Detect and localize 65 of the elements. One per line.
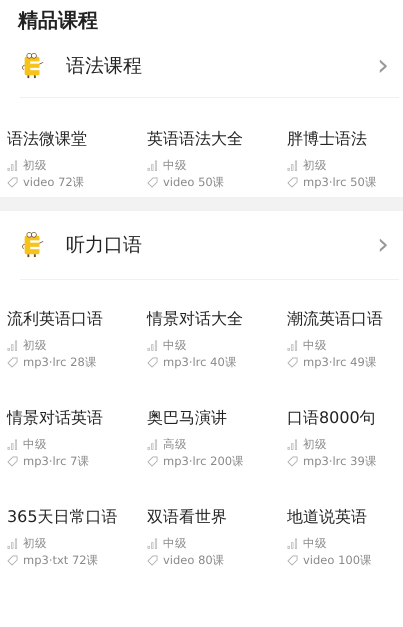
course-format: mp3·txt 72课 [23, 553, 99, 568]
course-title[interactable]: 流利英语口语 [7, 308, 147, 330]
signal-bars-icon [287, 340, 298, 351]
signal-bars-icon [7, 538, 18, 549]
course-level: 中级 [303, 536, 327, 551]
course-level: 中级 [163, 338, 187, 353]
course-format: video 72课 [23, 175, 85, 190]
tag-icon [7, 456, 18, 467]
signal-bars-icon [147, 340, 158, 351]
tag-icon [287, 357, 298, 368]
course-format: video 100课 [303, 553, 372, 568]
course-format: video 50课 [163, 175, 225, 190]
mascot-icon [20, 231, 46, 259]
course-format: mp3·lrc 7课 [23, 454, 90, 469]
course-level: 中级 [23, 437, 47, 452]
tag-icon [7, 357, 18, 368]
course-format: video 80课 [163, 553, 225, 568]
tag-icon [287, 555, 298, 566]
course-level: 初级 [303, 158, 327, 173]
course-level: 中级 [163, 536, 187, 551]
signal-bars-icon [287, 538, 298, 549]
signal-bars-icon [147, 538, 158, 549]
course-title[interactable]: 情景对话英语 [7, 407, 147, 429]
section-title: 听力口语 [66, 233, 143, 258]
tag-icon [147, 357, 158, 368]
signal-bars-icon [147, 439, 158, 450]
course-title[interactable]: 地道说英语 [287, 506, 403, 528]
signal-bars-icon [7, 160, 18, 171]
tag-icon [147, 555, 158, 566]
course-level: 初级 [23, 536, 47, 551]
course-title[interactable]: 胖博士语法 [287, 128, 403, 150]
course-level: 中级 [303, 338, 327, 353]
course-format: mp3·lrc 49课 [303, 355, 377, 370]
course-level: 初级 [23, 338, 47, 353]
signal-bars-icon [287, 160, 298, 171]
tag-icon [7, 555, 18, 566]
tag-icon [147, 456, 158, 467]
course-title[interactable]: 口语8000句 [287, 407, 403, 429]
course-title[interactable]: 双语看世界 [147, 506, 287, 528]
course-title[interactable]: 情景对话大全 [147, 308, 287, 330]
signal-bars-icon [147, 160, 158, 171]
course-format: mp3·lrc 28课 [23, 355, 97, 370]
signal-bars-icon [7, 340, 18, 351]
course-level: 中级 [163, 158, 187, 173]
mascot-icon [20, 52, 46, 80]
course-title[interactable]: 365天日常口语 [7, 506, 147, 528]
course-format: mp3·lrc 50课 [303, 175, 377, 190]
signal-bars-icon [287, 439, 298, 450]
tag-icon [287, 456, 298, 467]
tag-icon [7, 177, 18, 188]
tag-icon [147, 177, 158, 188]
course-level: 高级 [163, 437, 187, 452]
course-format: mp3·lrc 40课 [163, 355, 237, 370]
page-title: 精品课程 [16, 7, 99, 34]
course-format: mp3·lrc 200课 [163, 454, 244, 469]
tag-icon [287, 177, 298, 188]
signal-bars-icon [7, 439, 18, 450]
course-format: mp3·lrc 39课 [303, 454, 377, 469]
course-level: 初级 [23, 158, 47, 173]
course-title[interactable]: 奥巴马演讲 [147, 407, 287, 429]
course-title[interactable]: 潮流英语口语 [287, 308, 403, 330]
course-title[interactable]: 英语语法大全 [147, 128, 287, 150]
section-title: 语法课程 [66, 54, 143, 79]
course-title[interactable]: 语法微课堂 [7, 128, 147, 150]
course-level: 初级 [303, 437, 327, 452]
